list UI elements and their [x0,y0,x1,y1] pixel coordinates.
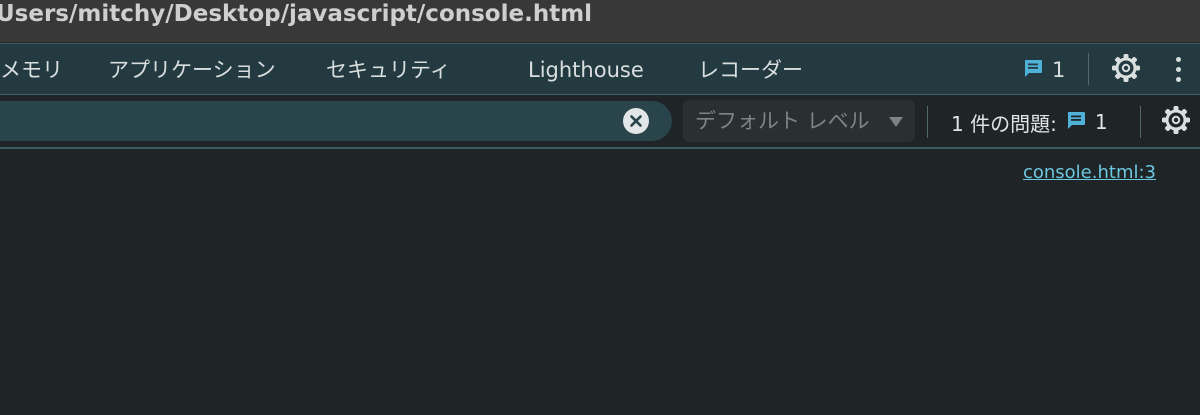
tab-security[interactable]: セキュリティ [326,44,451,94]
window-title: Users/mitchy/Desktop/javascript/console.… [0,1,593,27]
issues-summary-label: 1 件の問題: [951,111,1057,136]
kebab-dot [1176,57,1181,62]
tab-application[interactable]: アプリケーション [108,44,276,94]
log-level-dropdown[interactable]: デフォルト レベル [683,100,915,142]
tab-memory[interactable]: メモリ [0,44,63,94]
console-output: console.html:3 [0,149,1200,415]
toolbar-divider [1088,53,1089,85]
issues-summary-button[interactable]: 1 件の問題: 1 [951,107,1108,137]
settings-button[interactable] [1108,52,1144,88]
message-icon [1065,109,1087,135]
gear-icon [1160,104,1192,140]
clear-filter-button[interactable] [623,108,649,134]
tab-lighthouse[interactable]: Lighthouse [528,44,644,94]
log-level-label: デフォルト レベル [695,109,870,133]
more-options-button[interactable] [1170,56,1188,86]
chevron-down-icon [889,117,903,127]
window-titlebar: Users/mitchy/Desktop/javascript/console.… [0,0,1200,43]
filter-divider [1140,106,1141,138]
kebab-dot [1176,77,1181,82]
console-filter-bar: デフォルト レベル 1 件の問題: 1 [0,95,1200,149]
close-circle-icon [623,115,649,138]
kebab-dot [1176,67,1181,72]
console-settings-button[interactable] [1158,104,1194,140]
filter-divider [927,106,928,138]
source-location-link[interactable]: console.html:3 [1023,162,1156,183]
message-icon [1022,57,1044,83]
issues-counter-button[interactable]: 1 [1022,56,1065,84]
issues-summary-count: 1 [1094,110,1108,134]
gear-icon [1110,52,1142,88]
issues-count: 1 [1052,58,1066,82]
filter-input-container [0,101,672,143]
devtools-tab-bar: メモリ アプリケーション セキュリティ Lighthouse レコーダー 1 [0,43,1200,95]
tab-recorder[interactable]: レコーダー [698,44,803,94]
filter-input[interactable] [10,101,604,143]
